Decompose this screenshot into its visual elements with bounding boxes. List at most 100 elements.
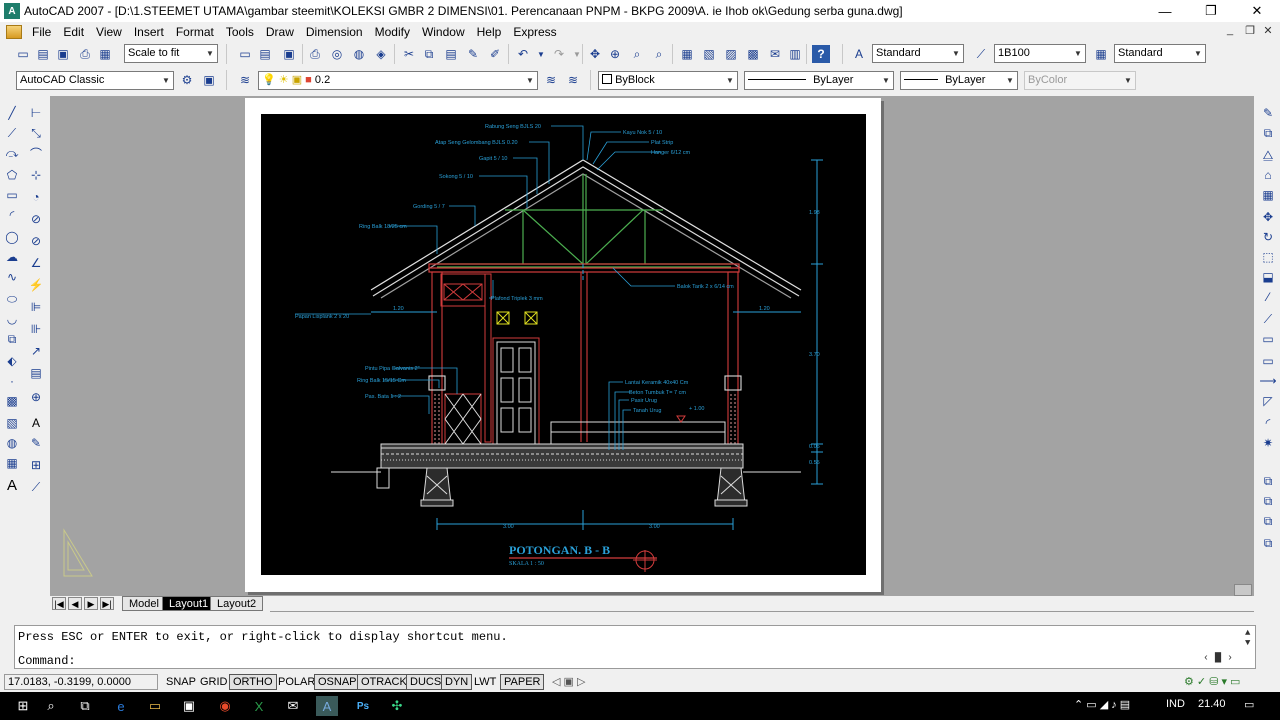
zoom-previous-icon[interactable]: ⌕: [650, 45, 668, 63]
new-icon[interactable]: ▭: [14, 45, 32, 63]
match-properties-icon[interactable]: ✎: [464, 45, 482, 63]
save-file-icon[interactable]: ▣: [280, 45, 298, 63]
doc-minimize-button[interactable]: _: [1222, 24, 1238, 36]
tray-settings-icon[interactable]: ⚙ ✓ ⛁ ▾ ▭: [1184, 675, 1240, 688]
open-file-icon[interactable]: ▤: [256, 45, 274, 63]
continue-dimension-icon[interactable]: ⊪: [27, 320, 45, 338]
polyline-icon[interactable]: ⤼: [3, 144, 21, 162]
multiline-text-icon[interactable]: A: [3, 476, 21, 494]
copy-object-icon[interactable]: ⧉: [1259, 124, 1277, 142]
layer-manager-icon[interactable]: ≋: [236, 71, 254, 89]
menu-modify[interactable]: Modify: [369, 25, 416, 39]
text-style-icon[interactable]: A: [850, 45, 868, 63]
break-icon[interactable]: ▭: [1259, 352, 1277, 370]
command-scroll-arrows[interactable]: ‹ ▇ ›: [1203, 652, 1251, 666]
baseline-dimension-icon[interactable]: ⊫: [27, 298, 45, 316]
grid-toggle[interactable]: GRID: [196, 674, 232, 690]
join-icon[interactable]: ⟶: [1259, 372, 1277, 390]
notification-icon[interactable]: ▭: [1244, 698, 1254, 711]
dimension-style-icon[interactable]: ⟋: [27, 478, 45, 496]
circle-icon[interactable]: ◯: [3, 228, 21, 246]
properties-icon[interactable]: ▦: [678, 45, 696, 63]
first-tab-button[interactable]: |◀: [52, 597, 66, 610]
mail-icon[interactable]: ✉: [282, 696, 304, 716]
calculator-icon[interactable]: ▥: [786, 45, 804, 63]
ducs-toggle[interactable]: DUCS: [406, 674, 446, 690]
print-preview-icon[interactable]: ◎: [328, 45, 346, 63]
3d-dwf-icon[interactable]: ◈: [372, 45, 390, 63]
quick-dimension-icon[interactable]: ⚡: [27, 276, 45, 294]
polar-toggle[interactable]: POLAR: [274, 674, 319, 690]
tab-layout2[interactable]: Layout2: [210, 596, 264, 611]
array-icon[interactable]: ▦: [1259, 186, 1277, 204]
menu-view[interactable]: View: [90, 25, 128, 39]
color-combo[interactable]: ByBlock ▼: [598, 71, 738, 90]
break-at-point-icon[interactable]: ▭: [1259, 330, 1277, 348]
dim-style-icon[interactable]: ⟋: [972, 45, 990, 63]
chamfer-icon[interactable]: ◸: [1259, 392, 1277, 410]
chrome-icon[interactable]: ◉: [214, 696, 236, 716]
otrack-toggle[interactable]: OTRACK: [357, 674, 411, 690]
quick-leader-icon[interactable]: ↗: [27, 342, 45, 360]
make-block-icon[interactable]: ⬖: [3, 352, 21, 370]
draw-order-icon[interactable]: ⧉: [1259, 472, 1277, 490]
spline-icon[interactable]: ∿: [3, 268, 21, 286]
file-explorer-icon[interactable]: ▭: [144, 696, 166, 716]
table-style-icon[interactable]: ▦: [1092, 45, 1110, 63]
line-icon[interactable]: ╱: [3, 104, 21, 122]
text-style-combo[interactable]: Standard ▼: [872, 44, 964, 63]
menu-edit[interactable]: Edit: [57, 25, 90, 39]
table-style-combo[interactable]: Standard ▼: [1114, 44, 1206, 63]
menu-dimension[interactable]: Dimension: [300, 25, 369, 39]
dim-style-combo[interactable]: 1B100 ▼: [994, 44, 1086, 63]
osnap-toggle[interactable]: OSNAP: [314, 674, 361, 690]
snap-toggle[interactable]: SNAP: [162, 674, 200, 690]
layer-combo[interactable]: 💡 ☀ ▣ ■ 0.2 ▼: [258, 71, 538, 90]
save-icon[interactable]: ▣: [54, 45, 72, 63]
jogged-dimension-icon[interactable]: ⊘: [27, 210, 45, 228]
explode-icon[interactable]: ✷: [1259, 434, 1277, 452]
tool-palettes-icon[interactable]: ▨: [722, 45, 740, 63]
next-tab-button[interactable]: ▶: [84, 597, 98, 610]
menu-insert[interactable]: Insert: [128, 25, 170, 39]
tab-layout1[interactable]: Layout1: [162, 596, 216, 611]
zoom-realtime-icon[interactable]: ⊕: [606, 45, 624, 63]
close-button[interactable]: ✕: [1234, 0, 1280, 22]
help-icon[interactable]: ?: [812, 45, 830, 63]
scale-icon[interactable]: ⬚: [1259, 248, 1277, 266]
coordinate-readout[interactable]: 17.0183, -0.3199, 0.0000: [4, 674, 158, 690]
search-icon[interactable]: ⌕: [40, 696, 62, 716]
lwt-toggle[interactable]: LWT: [470, 674, 500, 690]
qnew-icon[interactable]: ▭: [236, 45, 254, 63]
dyn-toggle[interactable]: DYN: [441, 674, 473, 690]
rectangle-icon[interactable]: ▭: [3, 186, 21, 204]
extend-icon[interactable]: ⟋: [1259, 310, 1277, 328]
menu-tools[interactable]: Tools: [220, 25, 260, 39]
document-icon[interactable]: [6, 24, 22, 39]
markup-icon[interactable]: ✉: [766, 45, 784, 63]
pan-realtime-icon[interactable]: ✥: [586, 45, 604, 63]
command-window[interactable]: Press ESC or ENTER to exit, or right-cli…: [14, 625, 1256, 669]
redo-icon[interactable]: ↷: [550, 45, 568, 63]
command-vertical-scroll[interactable]: ▲ ▼: [1245, 628, 1255, 648]
insert-block-icon[interactable]: ⧉: [3, 330, 21, 348]
design-center-icon[interactable]: ▧: [700, 45, 718, 63]
store-icon[interactable]: ▣: [178, 696, 200, 716]
task-view-icon[interactable]: ⧉: [74, 696, 96, 716]
make-layer-current-icon[interactable]: ≋: [542, 71, 560, 89]
ellipse-icon[interactable]: ⬭: [3, 290, 21, 308]
lineweight-combo[interactable]: ByLayer ▼: [900, 71, 1018, 90]
angular-dimension-icon[interactable]: ∠: [27, 254, 45, 272]
fillet-icon[interactable]: ◜: [1259, 414, 1277, 432]
arc-length-icon[interactable]: ⌒: [27, 144, 45, 162]
rotate-icon[interactable]: ↻: [1259, 228, 1277, 246]
paper-toggle[interactable]: PAPER: [500, 674, 545, 690]
ortho-toggle[interactable]: ORTHO: [229, 674, 277, 690]
ordinate-dimension-icon[interactable]: ⊹: [27, 166, 45, 184]
construction-line-icon[interactable]: ⟋: [3, 124, 21, 142]
app-icon[interactable]: ✣: [386, 696, 408, 716]
clock[interactable]: 21.40: [1198, 698, 1226, 710]
tolerance-icon[interactable]: ▤: [27, 364, 45, 382]
send-to-back-icon[interactable]: ⧉: [1259, 512, 1277, 530]
minimize-button[interactable]: —: [1142, 0, 1188, 22]
